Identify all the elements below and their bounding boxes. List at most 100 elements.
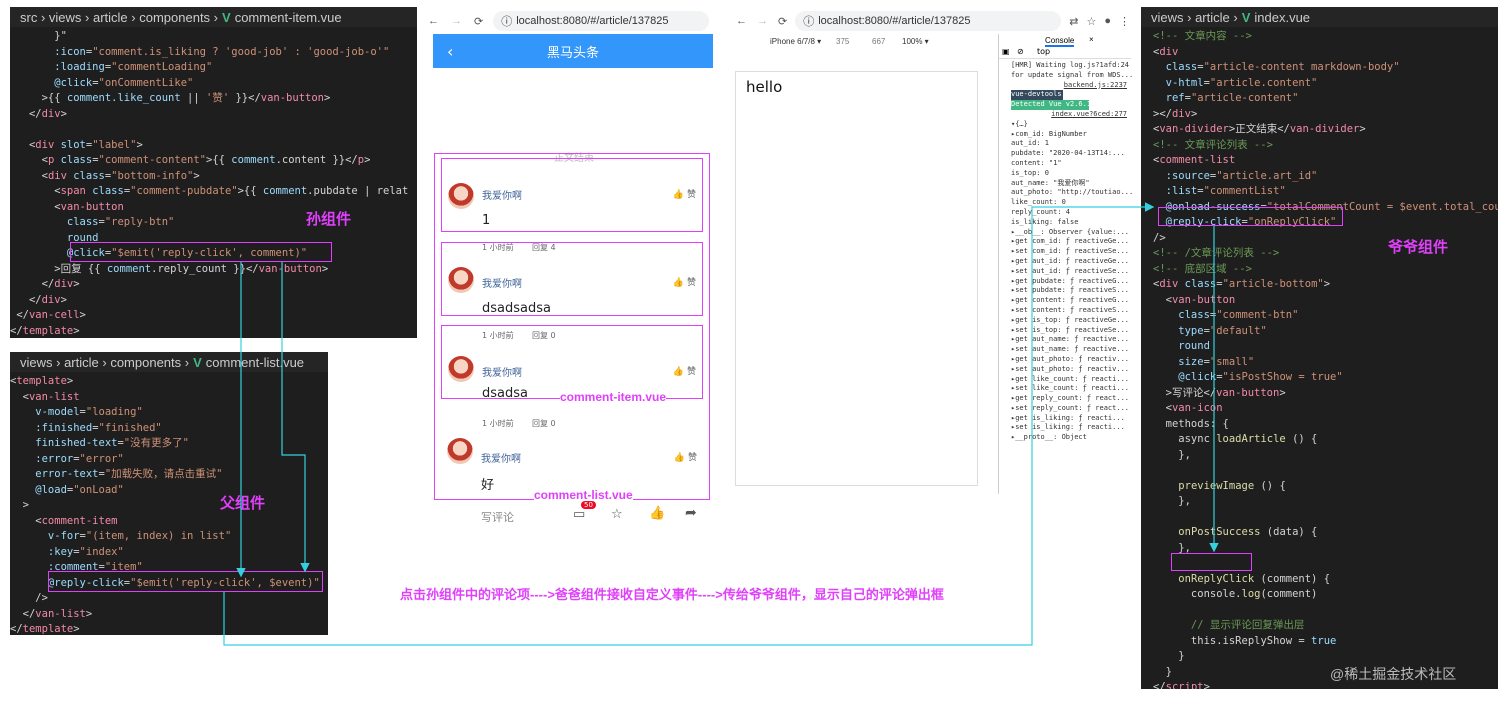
code-line[interactable]: :list="commentList" [1153, 184, 1498, 200]
code-line[interactable]: console.log(comment) [1153, 587, 1498, 603]
code-line[interactable]: error-text="加载失败，请点击重试" [10, 467, 328, 483]
address-bar[interactable]: ⓘ localhost:8080/#/article/137825 [795, 11, 1062, 31]
code-line[interactable]: >{{ comment.like_count || '赞' }}</van-bu… [10, 91, 417, 107]
console-line[interactable]: Detected Vue v2.6.11 [1011, 100, 1095, 110]
console-line[interactable]: ▸set aut_photo: ƒ reactiv... [1011, 365, 1131, 375]
comment-item[interactable]: 我爱你啊 dsadsa 👍 赞 [441, 325, 703, 401]
code-line[interactable]: @click="isPostShow = true" [1153, 370, 1498, 386]
console-line[interactable]: ▸set pubdate: ƒ reactiveS... [1011, 286, 1131, 296]
console-line[interactable]: like_count: 0 [1011, 198, 1131, 208]
code-line[interactable]: ></div> [1153, 107, 1498, 123]
code-line[interactable]: previewImage () { [1153, 479, 1498, 495]
code-line[interactable]: :key="index" [10, 545, 328, 561]
console-line[interactable]: pubdate: "2020-04-13T14:... [1011, 149, 1131, 159]
zoom-select[interactable]: 100% ▾ [902, 37, 929, 46]
code-line[interactable]: :loading="commentLoading" [10, 60, 417, 76]
code-line[interactable]: onPostSuccess (data) { [1153, 525, 1498, 541]
device-height[interactable]: 667 [872, 37, 885, 46]
filename[interactable]: comment-item.vue [235, 10, 342, 25]
console-line[interactable]: [HMR] Waiting log.js?1afd:24 [1011, 61, 1131, 71]
console-line[interactable]: ▸get like_count: ƒ reacti... [1011, 375, 1131, 385]
code-line[interactable]: <div class="bottom-info"> [10, 169, 417, 185]
code-line[interactable]: <div [1153, 45, 1498, 61]
address-bar[interactable]: ⓘ localhost:8080/#/article/137825 [493, 11, 710, 31]
back-icon[interactable]: ← [736, 15, 747, 27]
account-icon[interactable]: ● [1104, 15, 1111, 27]
filename[interactable]: index.vue [1254, 10, 1310, 25]
console-line[interactable]: ▸set reply_count: ƒ react... [1011, 404, 1131, 414]
code-line[interactable]: <!-- 底部区域 --> [1153, 262, 1498, 278]
code-line[interactable]: onReplyClick (comment) { [1153, 572, 1498, 588]
filename[interactable]: comment-list.vue [206, 355, 304, 370]
code-line[interactable]: <comment-list [1153, 153, 1498, 169]
nav-back-icon[interactable]: ‹ [447, 42, 453, 61]
code-line[interactable]: async loadArticle () { [1153, 432, 1498, 448]
write-comment-button[interactable]: 写评论 [481, 509, 514, 525]
code-line[interactable]: /> [10, 591, 328, 607]
code-line[interactable]: <!-- 文章内容 --> [1153, 29, 1498, 45]
console-line[interactable]: ▸get aut_name: ƒ reactive... [1011, 335, 1131, 345]
forward-icon[interactable]: → [757, 15, 768, 27]
console-line[interactable]: vue-devtools [1011, 90, 1063, 101]
console-line[interactable]: ▸set is_top: ƒ reactiveSe... [1011, 326, 1131, 336]
breadcrumb-part[interactable]: views [1151, 10, 1184, 25]
comment-item[interactable]: 我爱你啊 好 👍 赞 [441, 432, 703, 493]
code-line[interactable]: <!-- 文章评论列表 --> [1153, 138, 1498, 154]
reload-icon[interactable]: ⟳ [474, 15, 483, 28]
code-line[interactable]: <van-button [10, 200, 417, 216]
code-line[interactable]: <span class="comment-pubdate">{{ comment… [10, 184, 417, 200]
device-select[interactable]: iPhone 6/7/8 ▾ [770, 37, 821, 46]
console-line[interactable]: ▸get aut_photo: ƒ reactiv... [1011, 355, 1131, 365]
code-line[interactable]: v-model="loading" [10, 405, 328, 421]
console-line[interactable]: is_liking: false [1011, 218, 1131, 228]
console-line[interactable]: ▸get com_id: ƒ reactiveGe... [1011, 237, 1131, 247]
console-line[interactable]: for update signal from WDS... [1011, 71, 1133, 81]
console-line[interactable]: ▸__proto__: Object [1011, 433, 1131, 443]
device-width[interactable]: 375 [836, 37, 849, 46]
context-select[interactable]: top [1037, 47, 1050, 56]
code-line[interactable]: <p class="comment-content">{{ comment.co… [10, 153, 417, 169]
code-line[interactable]: :error="error" [10, 452, 328, 468]
like-button[interactable]: 👍 赞 [674, 450, 697, 463]
code-line[interactable]: > [10, 498, 328, 514]
breadcrumb-part[interactable]: views [49, 10, 82, 25]
comment-item[interactable]: 我爱你啊 dsadsadsa 👍 赞 [441, 242, 703, 316]
breadcrumb-part[interactable]: components [110, 355, 181, 370]
code-line[interactable]: this.isReplyShow = true [1153, 634, 1498, 650]
breadcrumb-part[interactable]: views [20, 355, 53, 370]
code-line[interactable]: </div> [10, 277, 417, 293]
code-line[interactable] [1153, 603, 1498, 619]
console-line[interactable]: ▸get pubdate: ƒ reactiveG... [1011, 277, 1131, 287]
breadcrumb-part[interactable]: article [93, 10, 128, 25]
code-lines[interactable]: <template> <van-list v-model="loading" :… [10, 372, 328, 635]
code-line[interactable] [1153, 463, 1498, 479]
code-line[interactable]: </template> [10, 622, 328, 635]
code-line[interactable]: <van-button [1153, 293, 1498, 309]
sidebar-toggle-icon[interactable]: ▣ [1002, 47, 1010, 56]
code-line[interactable]: }" [10, 29, 417, 45]
code-line[interactable]: :source="article.art_id" [1153, 169, 1498, 185]
console-line[interactable]: aut_photo: "http://toutiao... [1011, 188, 1133, 198]
like-button[interactable]: 👍 赞 [673, 187, 696, 200]
code-line[interactable]: <van-divider>正文结束</van-divider> [1153, 122, 1498, 138]
console-line[interactable]: ▸get is_liking: ƒ reacti... [1011, 414, 1131, 424]
code-line[interactable]: v-html="article.content" [1153, 76, 1498, 92]
breadcrumb-part[interactable]: src [20, 10, 37, 25]
comment-icon[interactable]: ▭ [573, 507, 585, 522]
console-line[interactable]: aut_name: "我爱你啊" [1011, 179, 1131, 189]
code-line[interactable]: } [1153, 649, 1498, 665]
console-line[interactable]: ▸com_id: BigNumber [1011, 130, 1131, 140]
code-line[interactable]: }, [1153, 448, 1498, 464]
code-line[interactable]: <div slot="label"> [10, 138, 417, 154]
console-line[interactable]: ▸__ob__: Observer {value:... [1011, 228, 1131, 238]
editor-breadcrumb[interactable]: views › article › V index.vue [1141, 7, 1498, 27]
console-line[interactable]: ▸get content: ƒ reactiveG... [1011, 296, 1131, 306]
console-line[interactable]: ▸set is_liking: ƒ reacti... [1011, 423, 1131, 433]
editor-breadcrumb[interactable]: views › article › components › V comment… [10, 352, 328, 372]
code-line[interactable]: // 显示评论回复弹出层 [1153, 618, 1498, 634]
code-line[interactable]: class="reply-btn" [10, 215, 417, 231]
console-line[interactable]: ▸set aut_id: ƒ reactiveSe... [1011, 267, 1131, 277]
console-output[interactable]: [HMR] Waiting log.js?1afd:24 for update s… [999, 59, 1133, 443]
code-line[interactable]: >写评论</van-button> [1153, 386, 1498, 402]
console-line[interactable]: aut_id: 1 [1011, 139, 1131, 149]
